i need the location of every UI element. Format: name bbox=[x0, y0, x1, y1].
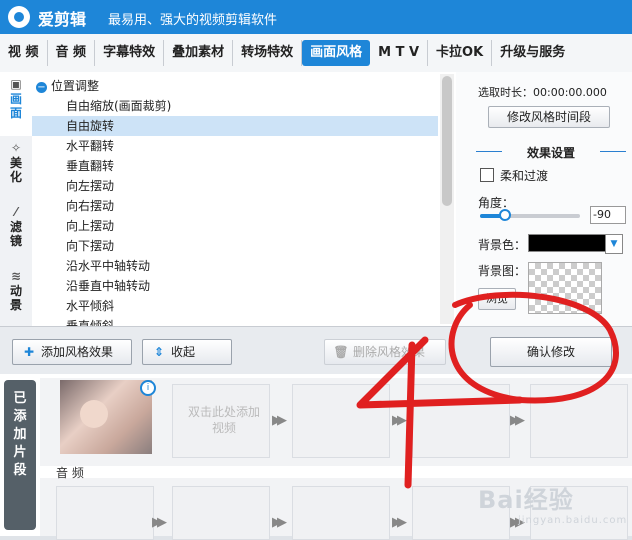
duration-value: 00:00:00.000 bbox=[533, 86, 607, 99]
arrow-right-icon: ▶▶ bbox=[272, 413, 287, 428]
image-icon: ▣ bbox=[10, 77, 22, 91]
added-clips-text: 已添加片段 bbox=[13, 391, 27, 478]
modify-time-button[interactable]: 修改风格时间段 bbox=[488, 106, 610, 128]
effect-list-scrollbar[interactable] bbox=[440, 74, 454, 324]
effect-item[interactable]: 向上摆动 bbox=[32, 216, 438, 236]
scrollbar-thumb[interactable] bbox=[442, 76, 452, 206]
audio-slot[interactable] bbox=[172, 486, 270, 540]
duration-readout: 选取时长：00:00:00.000 bbox=[478, 84, 607, 100]
tab-upgrade-service[interactable]: 升级与服务 bbox=[492, 40, 573, 66]
smooth-transition-checkbox[interactable] bbox=[480, 168, 494, 182]
effect-group-header[interactable]: − 位置调整 bbox=[36, 76, 99, 96]
delete-style-effect-button[interactable]: 🗑 删除风格效果 bbox=[324, 339, 446, 365]
info-icon[interactable]: i bbox=[140, 380, 156, 396]
main-tab-bar: 视 频 音 频 字幕特效 叠加素材 转场特效 画面风格 M T V 卡拉OK 升… bbox=[0, 34, 632, 73]
audio-slot[interactable] bbox=[292, 486, 390, 540]
video-clip-thumbnail[interactable] bbox=[60, 380, 152, 454]
angle-slider-knob[interactable] bbox=[499, 209, 511, 221]
arrow-right-icon: ▶▶ bbox=[272, 515, 287, 530]
effect-item[interactable]: 向左摆动 bbox=[32, 176, 438, 196]
add-video-hint[interactable]: 双击此处添加视频 bbox=[186, 404, 262, 436]
action-toolbar: ✚ 添加风格效果 ⇕ 收起 🗑 删除风格效果 确认修改 bbox=[0, 326, 632, 375]
bg-image-label: 背景图： bbox=[478, 264, 527, 278]
effect-list-panel: − 位置调整 自由缩放(画面裁剪) 自由旋转 水平翻转 垂直翻转 向左摆动 向右摆… bbox=[32, 72, 457, 326]
side-tab-label: 滤镜 bbox=[10, 220, 23, 248]
side-tab-beautify[interactable]: ✧ 美化 bbox=[0, 136, 32, 200]
smooth-transition-label: 柔和过渡 bbox=[500, 169, 549, 183]
angle-label: 角度： bbox=[478, 196, 515, 210]
audio-slot[interactable] bbox=[56, 486, 154, 540]
effect-item[interactable]: 向右摆动 bbox=[32, 196, 438, 216]
trash-icon: 🗑 bbox=[333, 345, 349, 359]
tab-transition-effects[interactable]: 转场特效 bbox=[233, 40, 303, 66]
add-style-effect-button[interactable]: ✚ 添加风格效果 bbox=[12, 339, 132, 365]
tab-picture-style[interactable]: 画面风格 bbox=[302, 40, 371, 66]
add-sparkle-icon: ✚ bbox=[23, 345, 35, 359]
bg-color-swatch[interactable] bbox=[528, 234, 606, 252]
audio-track-label: 音 频 bbox=[56, 466, 84, 480]
arrow-right-icon: ▶▶ bbox=[392, 515, 407, 530]
baidu-watermark: Bai经验 jingyan.baidu.com bbox=[478, 480, 627, 526]
collapse-icon: ⇕ bbox=[153, 345, 165, 359]
side-tab-picture[interactable]: ▣ 画面 bbox=[0, 72, 32, 136]
effect-items: 自由缩放(画面裁剪) 自由旋转 水平翻转 垂直翻转 向左摆动 向右摆动 向上摆动… bbox=[32, 96, 438, 326]
collapse-minus-icon[interactable]: − bbox=[36, 82, 47, 93]
watermark-text: Bai经验 bbox=[478, 486, 574, 514]
app-name: 爱剪辑 bbox=[38, 10, 87, 29]
add-style-effect-label: 添加风格效果 bbox=[41, 345, 114, 359]
effect-settings-panel: 选取时长：00:00:00.000 修改风格时间段 效果设置 柔和过渡 角度： … bbox=[456, 72, 632, 326]
arrow-right-icon: ▶▶ bbox=[392, 413, 407, 428]
side-tab-label: 画面 bbox=[10, 92, 23, 120]
confirm-modify-button[interactable]: 确认修改 bbox=[490, 337, 612, 367]
angle-input[interactable]: -90 bbox=[590, 206, 626, 224]
waves-icon: ≋ bbox=[10, 269, 22, 283]
arrow-right-icon: ▶▶ bbox=[152, 515, 167, 530]
effect-group-label: 位置调整 bbox=[51, 79, 100, 93]
angle-slider[interactable] bbox=[480, 209, 580, 221]
video-slot[interactable] bbox=[530, 384, 628, 458]
tab-video[interactable]: 视 频 bbox=[0, 40, 48, 66]
video-slot[interactable] bbox=[292, 384, 390, 458]
collapse-button[interactable]: ⇕ 收起 bbox=[142, 339, 232, 365]
app-logo-icon bbox=[8, 6, 30, 28]
tab-audio[interactable]: 音 频 bbox=[48, 40, 96, 66]
magic-wand-icon: ✧ bbox=[10, 141, 22, 155]
side-tab-label: 动景 bbox=[10, 284, 23, 312]
side-tab-motion[interactable]: ≋ 动景 bbox=[0, 264, 32, 328]
side-tab-filter[interactable]: ⁄ 滤镜 bbox=[0, 200, 32, 264]
added-clips-label: 已添加片段 bbox=[4, 380, 36, 530]
effect-item[interactable]: 沿垂直中轴转动 bbox=[32, 276, 438, 296]
delete-style-effect-label: 删除风格效果 bbox=[353, 345, 426, 359]
effect-item-selected[interactable]: 自由旋转 bbox=[32, 116, 438, 136]
watermark-url: jingyan.baidu.com bbox=[518, 515, 628, 526]
arrow-right-icon: ▶▶ bbox=[510, 413, 525, 428]
effect-item[interactable]: 自由缩放(画面裁剪) bbox=[32, 96, 438, 116]
tab-karaoke[interactable]: 卡拉OK bbox=[428, 40, 493, 66]
effect-item[interactable]: 沿水平中轴转动 bbox=[32, 256, 438, 276]
effect-item[interactable]: 垂直翻转 bbox=[32, 156, 438, 176]
collapse-label: 收起 bbox=[171, 345, 196, 359]
style-category-tabs: ▣ 画面 ✧ 美化 ⁄ 滤镜 ≋ 动景 bbox=[0, 72, 33, 326]
tab-mtv[interactable]: M T V bbox=[370, 40, 429, 66]
side-tab-label: 美化 bbox=[10, 156, 23, 184]
video-slot[interactable] bbox=[412, 384, 510, 458]
tab-subtitle-effects[interactable]: 字幕特效 bbox=[95, 40, 165, 66]
effect-item[interactable]: 水平倾斜 bbox=[32, 296, 438, 316]
wand-icon: ⁄ bbox=[14, 205, 17, 219]
duration-label: 选取时长： bbox=[478, 86, 533, 99]
effect-settings-title: 效果设置 bbox=[476, 144, 626, 161]
chevron-down-icon[interactable]: ▼ bbox=[605, 234, 623, 254]
bg-color-label: 背景色： bbox=[478, 238, 527, 252]
effect-item[interactable]: 水平翻转 bbox=[32, 136, 438, 156]
bg-image-preview bbox=[528, 262, 602, 314]
effect-item[interactable]: 向下摆动 bbox=[32, 236, 438, 256]
title-bar: 爱剪辑 最易用、强大的视频剪辑软件 bbox=[0, 0, 632, 34]
app-slogan: 最易用、强大的视频剪辑软件 bbox=[108, 13, 278, 28]
effect-item[interactable]: 垂直倾斜 bbox=[32, 316, 438, 326]
tab-overlay-materials[interactable]: 叠加素材 bbox=[164, 40, 234, 66]
browse-button[interactable]: 浏览 bbox=[478, 288, 516, 310]
